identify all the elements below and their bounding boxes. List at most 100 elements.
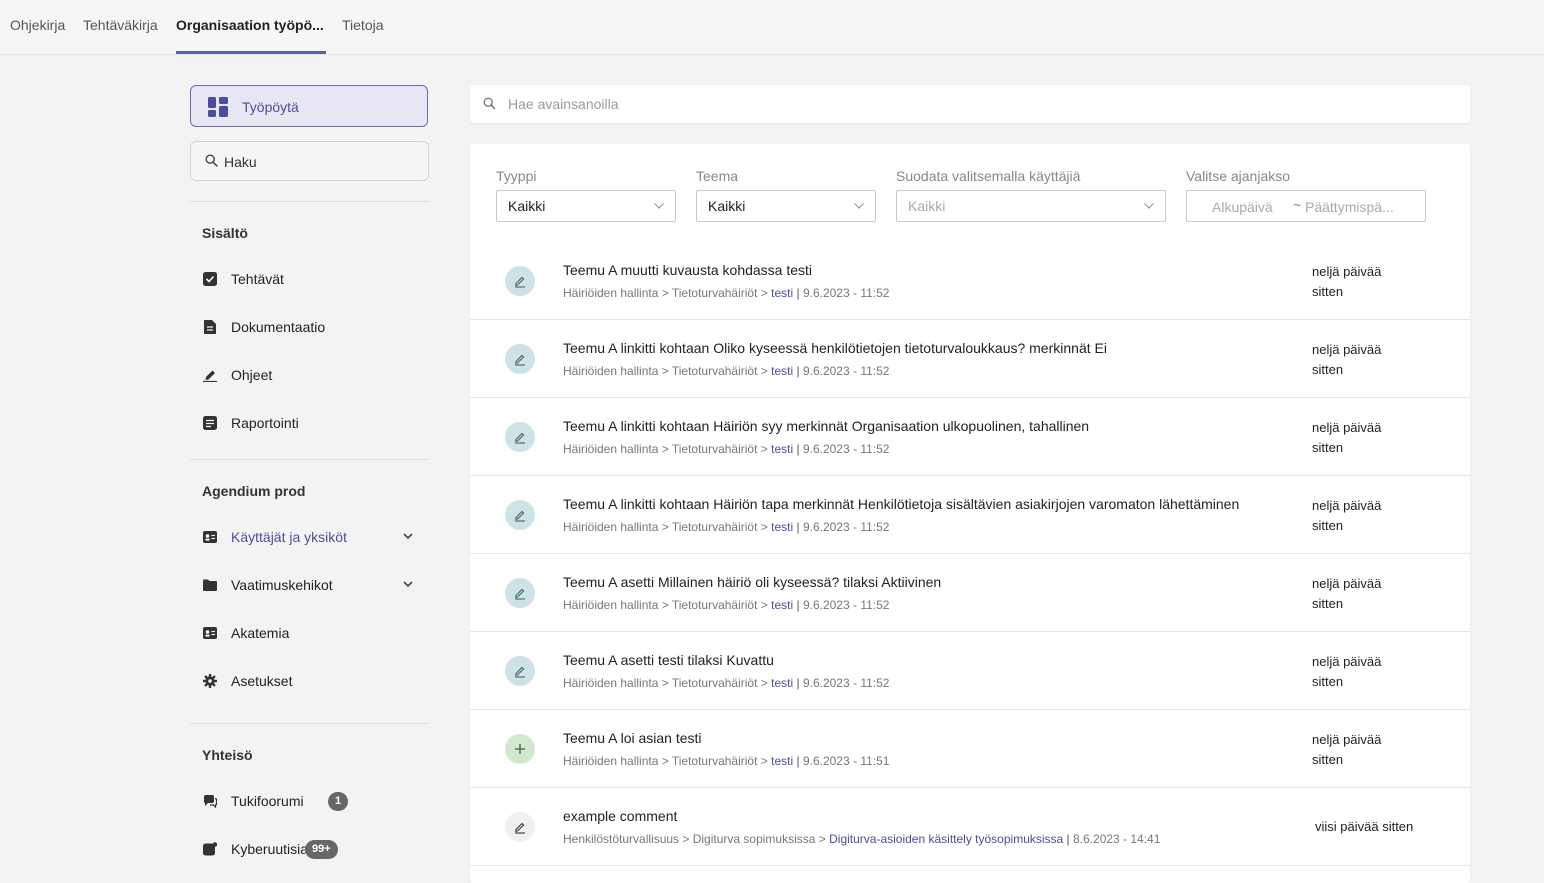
activity-avatar — [505, 422, 535, 452]
plus-icon — [515, 744, 525, 754]
feed-item-relative-time: neljä päivää sitten — [1312, 732, 1382, 767]
pen-icon — [203, 370, 217, 382]
chevron-down-icon — [854, 203, 864, 209]
feed-item-meta: Häiriöiden hallinta > Tietoturvahäiriöt … — [563, 676, 890, 690]
keyword-search-input[interactable] — [508, 94, 1428, 114]
feed-item-link[interactable]: testi — [771, 676, 793, 690]
activity-avatar — [505, 344, 535, 374]
feed-item-relative-time: neljä päivää sitten — [1312, 498, 1382, 533]
feed-item-date: 9.6.2023 - 11:52 — [802, 364, 890, 378]
sidebar-search[interactable]: Haku — [190, 141, 429, 181]
feed-item: Teemu A linkitti kohtaan Häiriön tapa me… — [470, 476, 1470, 554]
feed-item-title: Teemu A linkitti kohtaan Oliko kyseessä … — [563, 340, 1107, 356]
sidebar-item-kyberuutisia[interactable]: Kyberuutisia 99+ — [190, 833, 430, 865]
feed-item-link[interactable]: testi — [771, 520, 793, 534]
end-date-placeholder[interactable]: Päättymispä... — [1305, 199, 1394, 215]
feed-item-relative-time: viisi päivää sitten — [1315, 819, 1414, 834]
feed-item-meta: Häiriöiden hallinta > Tietoturvahäiriöt … — [563, 442, 890, 456]
sidebar-item-label: Akatemia — [231, 625, 290, 641]
sidebar-search-label: Haku — [224, 154, 257, 170]
dashboard-icon — [208, 97, 228, 117]
feed-item-date: 9.6.2023 - 11:52 — [802, 676, 890, 690]
feed-item-path: Häiriöiden hallinta > Tietoturvahäiriöt … — [563, 676, 772, 690]
feed-item-meta: Häiriöiden hallinta > Tietoturvahäiriöt … — [563, 754, 890, 768]
activity-avatar — [505, 656, 535, 686]
feed-item-date: 9.6.2023 - 11:52 — [802, 598, 890, 612]
feed-item-path: Henkilöstöturvallisuus > Digiturva sopim… — [563, 832, 830, 846]
keyword-search-bar — [470, 85, 1470, 123]
filter-theme-label: Teema — [696, 168, 739, 184]
feed-item-path: Häiriöiden hallinta > Tietoturvahäiriöt … — [563, 520, 772, 534]
chevron-down-icon[interactable] — [402, 531, 414, 541]
feed-item-date: 9.6.2023 - 11:51 — [802, 754, 890, 768]
sidebar-item-vaatimuskehikot[interactable]: Vaatimuskehikot — [190, 569, 430, 601]
feed-item-relative-time: neljä päivää sitten — [1312, 576, 1382, 611]
sidebar-item-label: Kyberuutisia — [231, 841, 309, 857]
feed-item: Teemu A asetti testi tilaksi Kuvattu Häi… — [470, 632, 1470, 710]
feed-item: example comment Henkilöstöturvallisuus >… — [470, 788, 1470, 866]
feed-item-title: Teemu A linkitti kohtaan Häiriön syy mer… — [563, 418, 1090, 434]
start-date-placeholder[interactable]: Alkupäivä — [1212, 199, 1273, 215]
filter-users-select[interactable]: Kaikki — [896, 190, 1166, 222]
dashboard-button[interactable]: Työpöytä — [190, 85, 428, 127]
sidebar-item-tehtavat[interactable]: Tehtävät — [190, 263, 430, 295]
feed-item-date: 9.6.2023 - 11:52 — [802, 442, 890, 456]
tab-ohjekirja[interactable]: Ohjekirja — [10, 17, 65, 33]
filter-type-select[interactable]: Kaikki — [496, 190, 676, 222]
feed-item-link[interactable]: testi — [771, 364, 793, 378]
sidebar-item-label: Käyttäjät ja yksiköt — [231, 529, 347, 545]
divider — [190, 201, 430, 202]
id-card-icon — [203, 627, 217, 639]
checkbox-icon — [203, 272, 217, 286]
feed-item-link[interactable]: testi — [771, 286, 793, 300]
feed-item-relative-time: neljä päivää sitten — [1312, 654, 1382, 689]
filter-type-value: Kaikki — [508, 198, 546, 214]
sidebar-item-label: Ohjeet — [231, 367, 273, 383]
top-tab-bar: Ohjekirja Tehtäväkirja Organisaation työ… — [0, 0, 1544, 55]
activity-feed: Teemu A muutti kuvausta kohdassa testi H… — [470, 242, 1470, 866]
feed-item-link[interactable]: Digiturva-asioiden käsittely työsopimuks… — [829, 832, 1063, 846]
feed-item-relative-time: neljä päivää sitten — [1312, 342, 1382, 377]
activity-avatar — [505, 266, 535, 296]
notification-badge: 1 — [328, 792, 349, 811]
divider — [190, 723, 430, 724]
filter-type-label: Tyyppi — [496, 168, 537, 184]
sidebar-item-label: Raportointi — [231, 415, 299, 431]
sidebar-item-asetukset[interactable]: Asetukset — [190, 665, 430, 697]
sidebar-item-akatemia[interactable]: Akatemia — [190, 617, 430, 649]
feed-item-meta: Häiriöiden hallinta > Tietoturvahäiriöt … — [563, 520, 890, 534]
feed-item-meta: Henkilöstöturvallisuus > Digiturva sopim… — [563, 832, 1161, 846]
date-range-picker[interactable]: Alkupäivä ~ Päättymispä... — [1186, 190, 1426, 222]
feed-item-link[interactable]: testi — [771, 598, 793, 612]
activity-panel: Tyyppi Kaikki Teema Kaikki Suodata valit… — [470, 144, 1470, 883]
sidebar-item-dokumentaatio[interactable]: Dokumentaatio — [190, 311, 430, 343]
feed-item-relative-time: neljä päivää sitten — [1312, 420, 1382, 455]
sidebar-item-kayttajat-ja-yksikot[interactable]: Käyttäjät ja yksiköt — [190, 521, 430, 553]
sidebar-item-label: Vaatimuskehikot — [231, 577, 333, 593]
sidebar-item-tukifoorumi[interactable]: Tukifoorumi 1 — [190, 785, 430, 817]
feed-item-path: Häiriöiden hallinta > Tietoturvahäiriöt … — [563, 364, 772, 378]
tab-tietoja[interactable]: Tietoja — [342, 17, 384, 33]
news-icon — [203, 842, 217, 856]
feed-item-link[interactable]: testi — [771, 754, 793, 768]
edit-icon — [515, 588, 525, 600]
sidebar-item-raportointi[interactable]: Raportointi — [190, 407, 430, 439]
activity-avatar — [505, 578, 535, 608]
filter-theme-select[interactable]: Kaikki — [696, 190, 876, 222]
edit-icon — [515, 276, 525, 288]
sidebar-item-ohjeet[interactable]: Ohjeet — [190, 359, 430, 391]
feed-item: Teemu A asetti Millainen häiriö oli kyse… — [470, 554, 1470, 632]
feed-item-title: Teemu A asetti Millainen häiriö oli kyse… — [563, 574, 942, 590]
sidebar-item-label: Tukifoorumi — [231, 793, 304, 809]
tab-organisaation-tyopoyta[interactable]: Organisaation työpö... — [176, 17, 324, 33]
feed-item-title: Teemu A loi asian testi — [563, 730, 702, 746]
sidebar-item-label: Tehtävät — [231, 271, 284, 287]
chevron-down-icon — [1144, 203, 1154, 209]
tab-tehtavakirja[interactable]: Tehtäväkirja — [83, 17, 158, 33]
filter-users-label: Suodata valitsemalla käyttäjiä — [896, 168, 1081, 184]
edit-icon — [515, 432, 525, 444]
chevron-down-icon[interactable] — [402, 579, 414, 589]
feed-item-path: Häiriöiden hallinta > Tietoturvahäiriöt … — [563, 286, 772, 300]
feed-item-link[interactable]: testi — [771, 442, 793, 456]
activity-avatar — [505, 500, 535, 530]
